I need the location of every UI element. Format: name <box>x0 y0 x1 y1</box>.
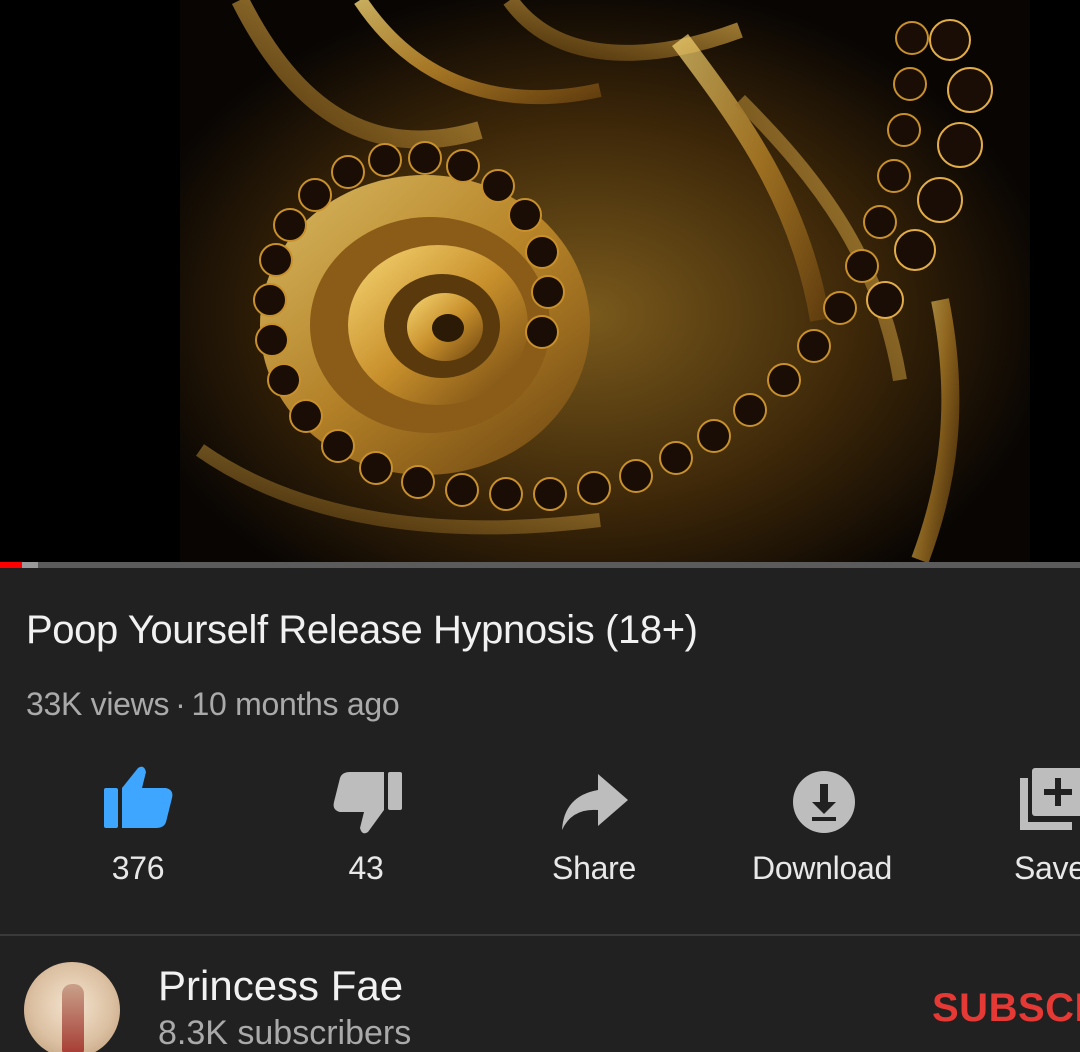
view-count: 33K views <box>26 686 170 722</box>
save-button[interactable]: Save <box>950 760 1080 900</box>
share-label: Share <box>552 850 636 886</box>
progress-buffered <box>22 562 38 568</box>
upload-age: 10 months ago <box>191 686 400 722</box>
subscribe-button[interactable]: SUBSCRIBE <box>932 986 1080 1031</box>
like-button[interactable]: 376 <box>38 760 238 900</box>
dislike-button[interactable]: 43 <box>266 760 466 900</box>
like-count: 376 <box>111 850 165 886</box>
video-player[interactable] <box>0 0 1080 562</box>
download-button[interactable]: Download <box>722 760 922 900</box>
meta-separator: · <box>175 686 186 722</box>
section-divider <box>0 934 1080 936</box>
video-title[interactable]: Poop Yourself Release Hypnosis (18+) <box>26 608 698 653</box>
video-thumbnail-spiral-fractal <box>180 0 1030 562</box>
dislike-count: 43 <box>348 850 384 886</box>
share-arrow-icon <box>560 774 630 837</box>
thumbs-down-icon <box>332 770 402 839</box>
channel-name[interactable]: Princess Fae <box>158 962 403 1010</box>
video-watch-page: Poop Yourself Release Hypnosis (18+) 33K… <box>0 0 1080 1052</box>
download-icon <box>792 770 856 839</box>
progress-played <box>0 562 22 568</box>
thumbs-up-icon <box>104 766 174 835</box>
download-label: Download <box>752 850 892 886</box>
channel-avatar[interactable] <box>24 962 120 1052</box>
video-meta: 33K views · 10 months ago <box>26 686 400 723</box>
avatar-figure <box>62 984 84 1052</box>
subscriber-count: 8.3K subscribers <box>158 1014 412 1052</box>
video-progress-bar[interactable] <box>0 562 1080 568</box>
save-label: Save <box>1014 850 1080 886</box>
share-button[interactable]: Share <box>494 760 694 900</box>
playlist-add-icon <box>1020 766 1080 837</box>
